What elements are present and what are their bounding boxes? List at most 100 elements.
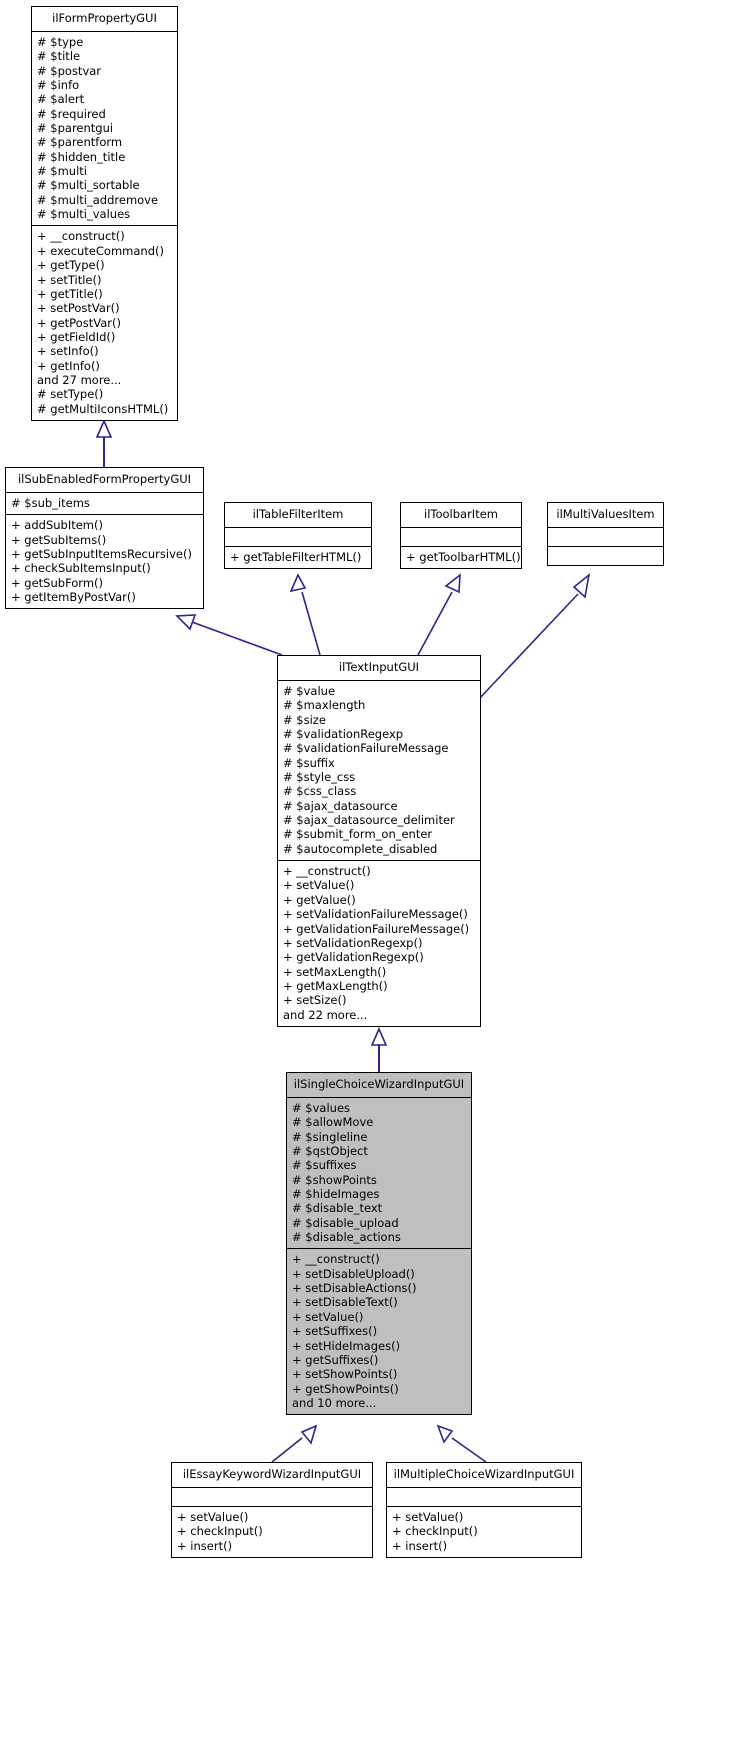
attribute-row: # $title <box>37 49 81 64</box>
method-row: + getTableFilterHTML() <box>230 550 362 564</box>
class-title: ilSingleChoiceWizardInputGUI <box>293 1077 465 1091</box>
attribute-row: # $disable_text <box>292 1201 383 1216</box>
class-node-ilmultivaluesitem[interactable]: ilMultiValuesItem <box>547 502 664 566</box>
attribute-row: # $suffix <box>283 755 335 770</box>
method-row: + getSuffixes() <box>292 1352 379 1367</box>
method-row: + setValidationRegexp() <box>283 935 423 950</box>
method-row: + checkSubItemsInput() <box>11 561 151 576</box>
method-row: and 10 more... <box>292 1395 377 1410</box>
methods-compartment: + __construct() + executeCommand() + get… <box>32 226 177 419</box>
class-title: ilMultiValuesItem <box>556 507 655 521</box>
method-row: + setDisableText() <box>292 1295 398 1310</box>
method-row: + setDisableUpload() <box>292 1266 415 1281</box>
attribute-row: # $required <box>37 106 106 121</box>
method-row: + getValidationFailureMessage() <box>283 921 470 936</box>
methods-compartment: + __construct() + setValue() + getValue(… <box>278 861 480 1026</box>
attribute-row: # $maxlength <box>283 698 366 713</box>
method-row: + __construct() <box>292 1252 380 1267</box>
method-row: + setValue() <box>283 878 355 893</box>
attribute-row: # $multi_sortable <box>37 178 140 193</box>
class-node-iltoolbaritem[interactable]: ilToolbarItem + getToolbarHTML() <box>400 502 522 570</box>
method-row: + addSubItem() <box>11 518 103 533</box>
method-row: + setTitle() <box>37 272 102 287</box>
attribute-row: # $validationRegexp <box>283 727 404 742</box>
class-node-ilsinglechoicewizardinputgui[interactable]: ilSingleChoiceWizardInputGUI # $values #… <box>286 1072 472 1416</box>
method-row: + getType() <box>37 258 105 273</box>
attributes-compartment <box>401 528 521 546</box>
method-row: + setValidationFailureMessage() <box>283 907 468 922</box>
method-row: + getSubItems() <box>11 532 107 547</box>
attribute-row: # $size <box>283 712 326 727</box>
uml-class-diagram: ilFormPropertyGUI # $type # $title # $po… <box>0 0 744 1752</box>
method-row: # getMultiIconsHTML() <box>37 401 169 416</box>
methods-compartment: + addSubItem() + getSubItems() + getSubI… <box>6 515 203 608</box>
method-row: + setShowPoints() <box>292 1367 398 1382</box>
edge-textinput-to-toolbaritem <box>417 573 461 656</box>
method-row: + insert() <box>177 1538 233 1553</box>
method-row: + getValue() <box>283 892 356 907</box>
method-row: and 27 more... <box>37 372 122 387</box>
attribute-row: # $postvar <box>37 63 102 78</box>
method-row: + checkInput() <box>177 1524 263 1539</box>
attributes-compartment: # $sub_items <box>6 493 203 514</box>
edge-textinput-to-multivaluesitem <box>477 573 591 701</box>
attribute-row: # $singleline <box>292 1129 368 1144</box>
edge-textinput-to-tablefilteritem <box>289 573 321 656</box>
attribute-row: # $suffixes <box>292 1158 357 1173</box>
edge-essaykeyword-to-singlechoice <box>271 1424 318 1463</box>
methods-compartment: + getTableFilterHTML() <box>225 547 371 568</box>
attribute-row: # $disable_upload <box>292 1215 399 1230</box>
attribute-row: # $type <box>37 35 84 49</box>
method-row: + setMaxLength() <box>283 964 387 979</box>
method-row: + setValue() <box>392 1510 464 1524</box>
method-row: + getPostVar() <box>37 315 121 330</box>
attribute-row: # $submit_form_on_enter <box>283 827 433 842</box>
methods-compartment: + __construct() + setDisableUpload() + s… <box>287 1249 471 1414</box>
attribute-row: # $sub_items <box>11 496 90 510</box>
attributes-compartment: # $type # $title # $postvar # $info # $a… <box>32 32 177 225</box>
method-row: + getInfo() <box>37 358 100 373</box>
attribute-row: # $autocomplete_disabled <box>283 841 438 856</box>
attribute-row: # $showPoints <box>292 1172 377 1187</box>
method-row: + getToolbarHTML() <box>406 550 521 564</box>
class-node-iltablefilteritem[interactable]: ilTableFilterItem + getTableFilterHTML() <box>224 502 372 570</box>
methods-compartment: + getToolbarHTML() <box>401 547 521 568</box>
attribute-row: # $values <box>292 1101 351 1115</box>
class-node-ilformpropertygui[interactable]: ilFormPropertyGUI # $type # $title # $po… <box>31 6 178 421</box>
method-row: + setInfo() <box>37 344 99 359</box>
method-row: + __construct() <box>283 864 371 879</box>
attribute-row: # $css_class <box>283 784 357 799</box>
attributes-compartment <box>172 1488 372 1506</box>
attribute-row: # $ajax_datasource <box>283 798 398 813</box>
method-row: + setValue() <box>292 1309 364 1324</box>
method-row: # setType() <box>37 387 104 402</box>
attribute-row: # $multi_addremove <box>37 192 159 207</box>
method-row: + insert() <box>392 1538 448 1553</box>
attribute-row: # $hidden_title <box>37 149 126 164</box>
attributes-compartment <box>548 528 663 546</box>
attribute-row: # $value <box>283 684 336 698</box>
class-node-ilmultiplechoicewizardinputgui[interactable]: ilMultipleChoiceWizardInputGUI + setValu… <box>386 1462 582 1559</box>
class-title: ilSubEnabledFormPropertyGUI <box>17 472 192 486</box>
method-row: + getMaxLength() <box>283 978 388 993</box>
attribute-row: # $hideImages <box>292 1187 380 1202</box>
attribute-row: # $disable_actions <box>292 1230 401 1245</box>
methods-compartment: + setValue() + checkInput() + insert() <box>172 1507 372 1557</box>
edge-multiplechoice-to-singlechoice <box>436 1424 487 1463</box>
class-title: ilTableFilterItem <box>252 507 344 521</box>
attribute-row: # $qstObject <box>292 1144 368 1159</box>
class-node-ilsubenabledformpropertygui[interactable]: ilSubEnabledFormPropertyGUI # $sub_items… <box>5 467 204 610</box>
attributes-compartment <box>225 528 371 546</box>
class-node-iltextinputgui[interactable]: ilTextInputGUI # $value # $maxlength # $… <box>277 655 481 1027</box>
method-row: + getItemByPostVar() <box>11 590 136 605</box>
attribute-row: # $style_css <box>283 770 356 785</box>
class-title: ilEssayKeywordWizardInputGUI <box>182 1467 362 1481</box>
attribute-row: # $validationFailureMessage <box>283 741 449 756</box>
method-row: + executeCommand() <box>37 243 164 258</box>
attribute-row: # $allowMove <box>292 1115 374 1130</box>
method-row: + setSize() <box>283 993 347 1008</box>
method-row: + getTitle() <box>37 286 103 301</box>
method-row: + getSubForm() <box>11 575 104 590</box>
class-title: ilMultipleChoiceWizardInputGUI <box>393 1467 575 1481</box>
class-node-ilessaykeywordwizardinputgui[interactable]: ilEssayKeywordWizardInputGUI + setValue(… <box>171 1462 373 1559</box>
